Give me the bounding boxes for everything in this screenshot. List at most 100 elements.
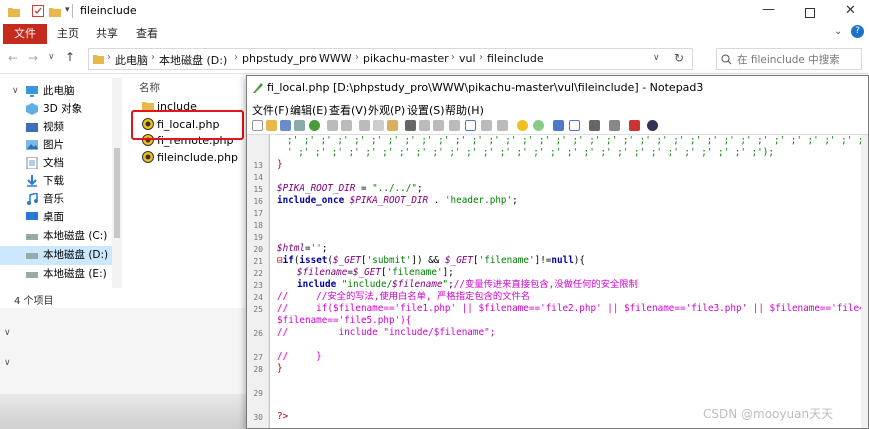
add-favorite-icon[interactable] bbox=[533, 120, 544, 131]
background-window: ∨ ∨ bbox=[0, 308, 246, 429]
menu-edit[interactable]: 编辑(E) bbox=[290, 102, 328, 118]
nav-item-drive-d[interactable]: 本地磁盘 (D:) bbox=[0, 246, 122, 265]
view-toggle-icon[interactable] bbox=[465, 120, 476, 131]
open-icon[interactable] bbox=[266, 120, 277, 131]
menu-settings[interactable]: 设置(S) bbox=[407, 102, 445, 118]
nav-item-pictures[interactable]: 图片 bbox=[0, 136, 122, 155]
code-line: ;' ;' ;' ;' ;' ;' ;' ;' ;' ;' ;' ;' ;' ;… bbox=[287, 135, 868, 146]
new-folder-icon[interactable] bbox=[49, 6, 61, 17]
folder-icon bbox=[8, 8, 20, 17]
crumb-item[interactable]: 本地磁盘 (D:) bbox=[159, 52, 227, 68]
undo-icon[interactable] bbox=[327, 120, 338, 131]
crumb-item[interactable]: fileinclude bbox=[487, 52, 544, 65]
cut-icon[interactable] bbox=[359, 120, 370, 131]
code-line: } bbox=[277, 363, 283, 374]
zoom-icon[interactable] bbox=[553, 120, 564, 131]
nav-label: 本地磁盘 (E:) bbox=[43, 268, 107, 280]
close-icon[interactable]: ✕ bbox=[845, 3, 856, 18]
replace-icon[interactable] bbox=[419, 120, 430, 131]
desktop-icon bbox=[26, 212, 38, 220]
editor-scrollbar[interactable] bbox=[861, 135, 868, 428]
zoom-out-icon[interactable] bbox=[497, 120, 508, 131]
forward-icon[interactable]: → bbox=[28, 51, 38, 65]
tab-view[interactable]: 查看 bbox=[136, 24, 158, 44]
drive-icon bbox=[26, 234, 38, 240]
tab-share[interactable]: 共享 bbox=[96, 24, 118, 44]
nav-item-desktop[interactable]: 桌面 bbox=[0, 208, 122, 227]
nav-item-this-pc[interactable]: ∨ 此电脑 bbox=[0, 82, 122, 101]
code-line: ⊟if(isset($_GET['submit']) && $_GET['fil… bbox=[277, 255, 585, 266]
nav-label: 下载 bbox=[43, 175, 64, 187]
exit-icon[interactable] bbox=[647, 120, 658, 131]
copy-icon[interactable] bbox=[373, 120, 384, 131]
column-header-name[interactable]: 名称 bbox=[139, 80, 160, 95]
crumb-item[interactable]: pikachu-master bbox=[363, 52, 449, 65]
expand-chevron-icon[interactable]: ∨ bbox=[12, 82, 19, 101]
tab-file[interactable]: 文件 bbox=[3, 24, 47, 44]
download-icon bbox=[27, 175, 37, 187]
new-icon[interactable] bbox=[252, 120, 263, 131]
nav-item-downloads[interactable]: 下载 bbox=[0, 172, 122, 191]
nav-item-3d[interactable]: 3D 对象 bbox=[0, 100, 122, 119]
php-file-icon bbox=[142, 151, 154, 163]
back-icon[interactable]: ← bbox=[8, 51, 18, 65]
refresh-icon[interactable]: ↻ bbox=[674, 51, 684, 65]
file-name: fileinclude.php bbox=[157, 151, 239, 164]
crumb-item[interactable]: vul bbox=[459, 52, 476, 65]
help-icon[interactable]: ? bbox=[851, 25, 864, 38]
crumb-separator-icon: › bbox=[107, 52, 111, 63]
reset-zoom-icon[interactable] bbox=[569, 120, 580, 131]
code-line: $filename=$_GET['filename']; bbox=[297, 267, 454, 278]
save-as-icon[interactable] bbox=[294, 120, 305, 131]
properties-checkbox-icon[interactable] bbox=[32, 5, 44, 17]
menu-file[interactable]: 文件(F) bbox=[252, 102, 289, 118]
search-input[interactable]: 在 fileinclude 中搜索 bbox=[716, 48, 862, 70]
pin-icon[interactable] bbox=[629, 120, 640, 131]
menu-appearance[interactable]: 外观(P) bbox=[368, 102, 405, 118]
crumb-separator-icon: › bbox=[151, 52, 155, 63]
redo-icon[interactable] bbox=[341, 120, 352, 131]
save-icon[interactable] bbox=[280, 120, 291, 131]
nav-label: 视频 bbox=[43, 121, 64, 133]
tab-home[interactable]: 主页 bbox=[57, 24, 79, 44]
ribbon: 文件 主页 共享 查看 ⌄ ? bbox=[0, 24, 869, 44]
address-folder-icon bbox=[93, 55, 104, 64]
menu-view[interactable]: 查看(V) bbox=[329, 102, 367, 118]
scheme-icon[interactable] bbox=[589, 120, 600, 131]
wordwrap-icon[interactable] bbox=[449, 120, 460, 131]
notepad3-window: fi_local.php [D:\phpstudy_pro\WWW\pikach… bbox=[246, 75, 869, 429]
nav-item-music[interactable]: 音乐 bbox=[0, 190, 122, 209]
ribbon-expand-icon[interactable]: ⌄ bbox=[834, 26, 842, 37]
computer-icon bbox=[26, 86, 38, 97]
nav-item-drive-e[interactable]: 本地磁盘 (E:) bbox=[0, 265, 122, 284]
find-icon[interactable] bbox=[405, 120, 416, 131]
code-line: ?> bbox=[277, 411, 289, 422]
address-dropdown-icon[interactable]: ∨ bbox=[653, 53, 660, 63]
customize-icon[interactable] bbox=[609, 120, 620, 131]
goto-icon[interactable] bbox=[433, 120, 444, 131]
crumb-item[interactable]: WWW bbox=[319, 52, 352, 65]
nav-label: 此电脑 bbox=[43, 85, 75, 97]
quick-access-dropdown-icon[interactable]: ▾ bbox=[65, 5, 70, 15]
code-editor[interactable]: ;' ;' ;' ;' ;' ;' ;' ;' ;' ;' ;' ;' ;' ;… bbox=[247, 135, 868, 428]
nav-item-drive-c[interactable]: 本地磁盘 (C:) bbox=[0, 227, 122, 246]
paste-icon[interactable] bbox=[387, 120, 398, 131]
menu-help[interactable]: 帮助(H) bbox=[445, 102, 484, 118]
browse-icon[interactable] bbox=[309, 120, 320, 131]
navigation-pane: ∨ 此电脑 3D 对象 视频 图片 文档 下载 音乐 桌面 本地磁盘 (C:) … bbox=[0, 76, 124, 286]
crumb-item[interactable]: 此电脑 bbox=[115, 52, 148, 68]
code-line: // include "include/$filename"; bbox=[277, 327, 496, 338]
nav-scrollbar[interactable] bbox=[112, 78, 122, 288]
address-bar[interactable]: › 此电脑 › 本地磁盘 (D:) › phpstudy_pro › WWW ›… bbox=[88, 48, 693, 70]
favorite-icon[interactable] bbox=[517, 120, 528, 131]
recent-dropdown-icon[interactable]: ∨ bbox=[48, 52, 55, 62]
crumb-item[interactable]: phpstudy_pro bbox=[242, 52, 317, 65]
video-icon bbox=[26, 123, 38, 132]
nav-item-documents[interactable]: 文档 bbox=[0, 154, 122, 173]
minimize-icon[interactable]: — bbox=[762, 2, 775, 17]
maximize-icon[interactable] bbox=[805, 8, 815, 18]
up-icon[interactable]: ↑ bbox=[65, 50, 75, 64]
zoom-in-icon[interactable] bbox=[481, 120, 492, 131]
nav-item-video[interactable]: 视频 bbox=[0, 118, 122, 137]
crumb-separator-icon: › bbox=[479, 52, 483, 63]
